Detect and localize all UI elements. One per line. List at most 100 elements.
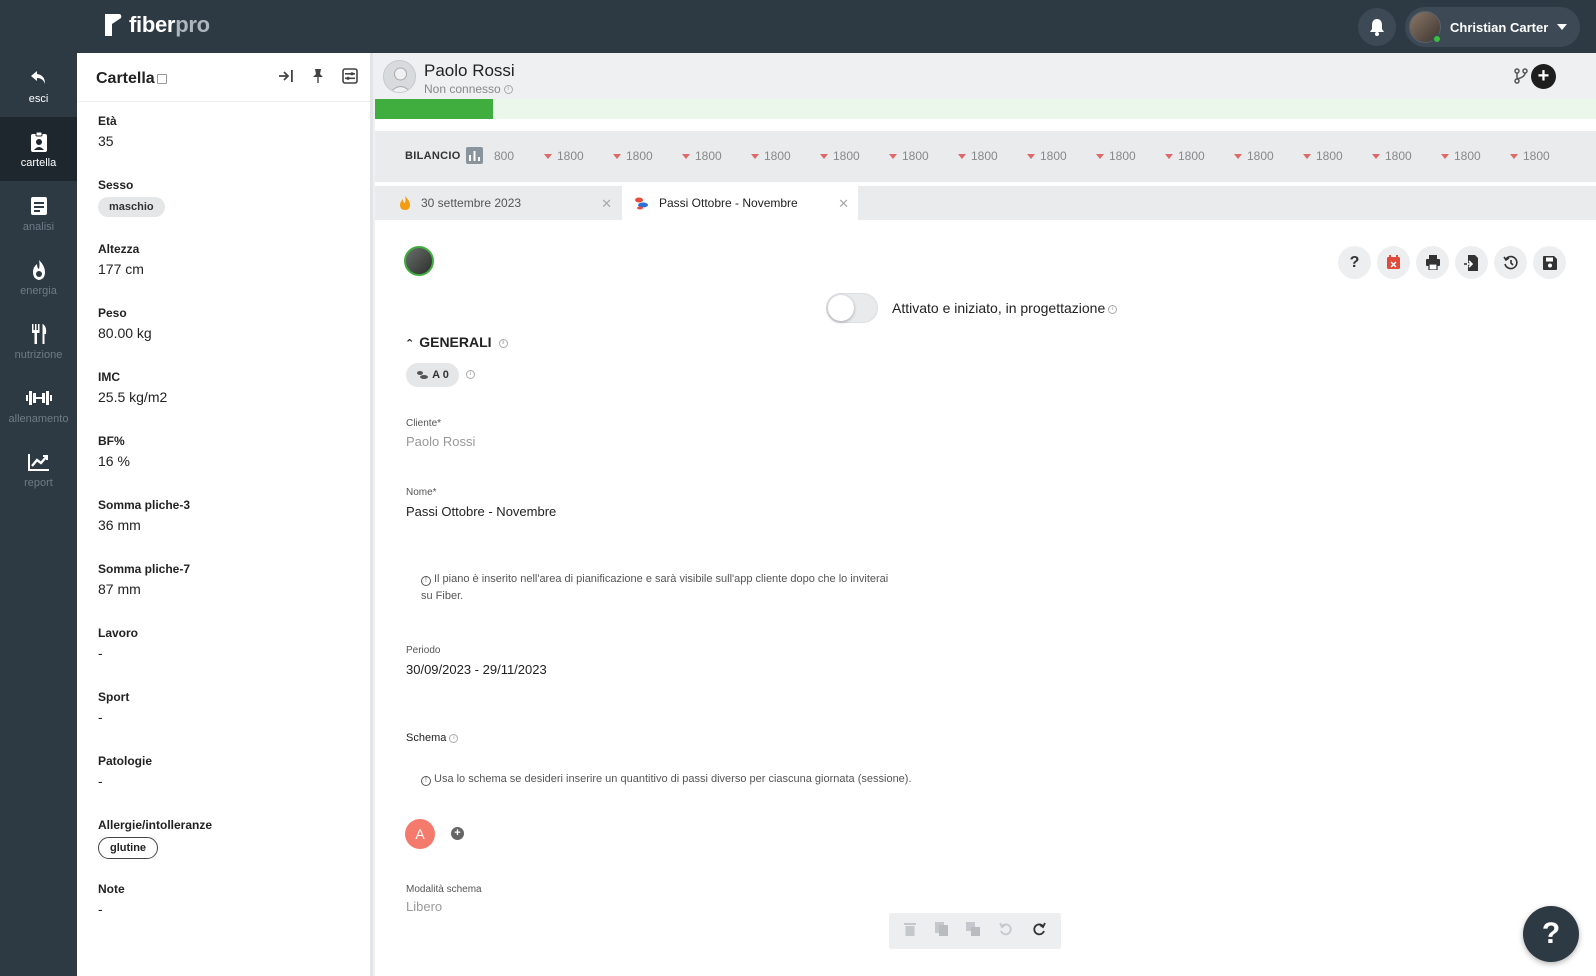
periodo-label: Periodo	[406, 645, 441, 656]
minimize-icon[interactable]	[157, 74, 167, 84]
paste-icon[interactable]	[966, 921, 981, 941]
nav-energia[interactable]: energia	[0, 245, 77, 309]
nome-field[interactable]: Passi Ottobre - Novembre	[406, 504, 556, 519]
steps-chip[interactable]: A 0	[406, 363, 459, 387]
nav-analisi[interactable]: analisi	[0, 181, 77, 245]
bell-icon	[1370, 19, 1384, 36]
nav-exit[interactable]: esci	[0, 53, 77, 117]
triangle-down-icon	[1303, 154, 1311, 159]
nav-report[interactable]: report	[0, 437, 77, 501]
caret-down-icon	[1557, 24, 1568, 30]
export-button[interactable]	[1455, 246, 1488, 279]
close-tab-icon[interactable]: ✕	[838, 196, 849, 212]
nav-energia-label: energia	[20, 284, 57, 297]
flame-icon	[399, 196, 411, 210]
modalita-field[interactable]: Libero	[406, 899, 442, 914]
left-nav: esci cartella analisi energia nutrizione…	[0, 53, 77, 976]
undo-icon[interactable]	[999, 922, 1013, 941]
top-bar: fiberpro Christian Carter	[0, 0, 1596, 53]
add-button[interactable]: +	[1531, 64, 1556, 89]
question-icon: ?	[1349, 253, 1360, 271]
triangle-down-icon	[820, 154, 828, 159]
triangle-down-icon	[1234, 154, 1242, 159]
field-lavoro: Lavoro -	[98, 626, 139, 661]
panel-settings-icon[interactable]	[342, 68, 358, 84]
periodo-field[interactable]: 30/09/2023 - 29/11/2023	[406, 662, 547, 677]
bar-chart-icon[interactable]	[466, 147, 483, 164]
bilancio-value: 1800	[1441, 149, 1481, 163]
add-session-button[interactable]: +	[451, 827, 464, 840]
section-generali-header[interactable]: ⌃ GENERALI i	[405, 334, 508, 350]
cliente-field[interactable]: Paolo Rossi	[406, 434, 475, 449]
bilancio-value: 1800	[1372, 149, 1412, 163]
flame-icon	[30, 258, 48, 282]
info-icon[interactable]: i	[1108, 304, 1118, 314]
bilancio-value: 1800	[682, 149, 722, 163]
history-button[interactable]	[1494, 246, 1527, 279]
pin-icon[interactable]	[310, 68, 326, 84]
bilancio-value: 1800	[1096, 149, 1136, 163]
logo[interactable]: fiberpro	[103, 12, 210, 38]
nav-allenamento[interactable]: allenamento	[0, 373, 77, 437]
user-name: Christian Carter	[1450, 19, 1549, 35]
client-avatar[interactable]	[383, 60, 416, 93]
tab-passi-ottobre-novembre[interactable]: Passi Ottobre - Novembre ✕	[622, 186, 858, 220]
tab-label: Passi Ottobre - Novembre	[659, 196, 798, 210]
tab-label: 30 settembre 2023	[421, 196, 522, 210]
print-button[interactable]	[1416, 246, 1449, 279]
brand-name: fiberpro	[129, 12, 210, 37]
nav-cartella[interactable]: cartella	[0, 117, 77, 181]
triangle-down-icon	[1372, 154, 1380, 159]
allergie-pill: glutine	[98, 837, 159, 859]
schema-session-a[interactable]: A	[405, 819, 435, 849]
nav-allenamento-label: allenamento	[8, 412, 69, 425]
bilancio-value: 1800	[1165, 149, 1205, 163]
calendar-delete-icon	[1387, 255, 1400, 269]
plan-status-toggle[interactable]	[826, 293, 878, 323]
nav-cartella-label: cartella	[20, 156, 57, 169]
plan-content: ? Attivato e iniziato, in progettazione i…	[375, 220, 1596, 976]
client-status: Non connesso i	[424, 82, 513, 96]
branch-icon[interactable]	[1514, 68, 1528, 89]
user-menu[interactable]: Christian Carter	[1405, 7, 1580, 47]
notifications-button[interactable]	[1358, 8, 1396, 46]
info-icon[interactable]: i	[498, 338, 508, 348]
undo-arrow-icon	[30, 66, 48, 90]
info-icon[interactable]: i	[449, 733, 459, 743]
copy-icon[interactable]	[934, 921, 948, 941]
dumbbell-icon	[25, 386, 52, 410]
help-button[interactable]: ?	[1338, 246, 1371, 279]
triangle-down-icon	[1441, 154, 1449, 159]
clipboard-user-icon	[30, 130, 48, 154]
triangle-down-icon	[1165, 154, 1173, 159]
bilancio-value: 1800	[544, 149, 584, 163]
info-icon[interactable]: i	[466, 370, 475, 379]
info-icon[interactable]: i	[503, 85, 513, 95]
save-button[interactable]	[1533, 246, 1566, 279]
cartella-header: Cartella	[77, 53, 370, 102]
help-chat-button[interactable]: ?	[1523, 906, 1579, 962]
field-imc: IMC 25.5 kg/m2	[98, 370, 168, 405]
triangle-down-icon	[1510, 154, 1518, 159]
trash-icon[interactable]	[904, 922, 917, 941]
plan-owner-avatar[interactable]	[404, 246, 434, 276]
triangle-down-icon	[751, 154, 759, 159]
plan-progress	[375, 99, 1596, 119]
redo-icon[interactable]	[1032, 922, 1046, 941]
bilancio-value: 1800	[1510, 149, 1550, 163]
field-allergie: Allergie/intolleranze glutine	[98, 818, 212, 859]
triangle-down-icon	[889, 154, 897, 159]
tab-30-settembre[interactable]: 30 settembre 2023 ✕	[379, 186, 621, 220]
toggle-knob	[828, 295, 854, 321]
close-tab-icon[interactable]: ✕	[601, 196, 612, 212]
nav-nutrizione[interactable]: nutrizione	[0, 309, 77, 373]
bilancio-label: BILANCIO	[405, 150, 461, 162]
delete-button[interactable]	[1377, 246, 1410, 279]
nome-label: Nome*	[406, 487, 437, 498]
field-note: Note -	[98, 882, 125, 917]
exclamation-icon: !	[421, 576, 431, 586]
bilancio-value: 1800	[958, 149, 998, 163]
field-somma-pliche-7: Somma pliche-7 87 mm	[98, 562, 191, 597]
collapse-panel-icon[interactable]	[278, 68, 294, 84]
sesso-pill: maschio	[98, 197, 165, 217]
